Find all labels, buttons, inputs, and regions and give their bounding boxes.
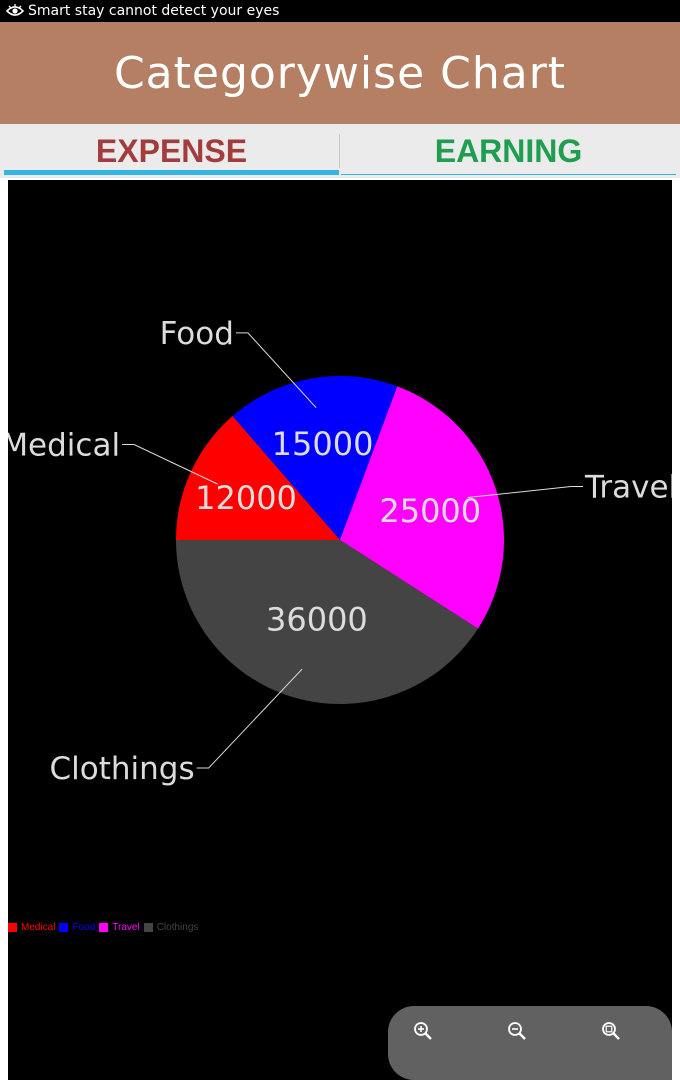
legend-swatch [143,923,153,932]
legend-label: Medical [21,922,56,933]
pie-category-label: Food [160,316,234,352]
tab-earning[interactable]: EARNING [341,124,676,178]
legend-item-medical: Medical [8,922,55,933]
zoom-controls [388,1006,672,1080]
legend-item-food: Food [59,922,95,933]
pie-value-label: 36000 [266,601,368,639]
zoom-reset-button[interactable] [600,1020,624,1044]
legend-label: Food [72,922,96,933]
tab-expense-label: EXPENSE [95,132,248,169]
smart-stay-eye-icon [6,0,26,22]
title-bar: Categorywise Chart [0,22,680,124]
status-bar: Smart stay cannot detect your eyes [0,0,680,22]
pie-chart-canvas: 12000 Medical 15000 Food 25000 Travel 36000 Clo… [8,316,672,787]
pie-chart[interactable]: 12000 Medical 15000 Food 25000 Travel 36000 Clo… [8,180,672,1080]
legend-item-travel: Travel [99,922,140,933]
tab-active-indicator [4,170,339,175]
tab-inactive-indicator [341,174,676,175]
chart-legend: Medical Food Travel Clothings [8,922,202,933]
tab-earning-label: EARNING [434,132,583,169]
zoom-fit-icon [602,1022,620,1040]
legend-label: Clothings [156,922,199,933]
pie-value-label: 15000 [272,425,374,463]
zoom-out-button[interactable] [506,1020,530,1044]
pie-category-label: Clothings [49,751,194,787]
pie-value-label: 25000 [379,492,481,530]
legend-item-clothings: Clothings [143,922,199,933]
pie-category-label: Medical [8,428,120,464]
pie-value-label: 12000 [195,479,297,517]
tab-divider [339,134,340,168]
legend-label: Travel [112,922,140,933]
status-notification-text: Smart stay cannot detect your eyes [28,3,280,19]
legend-swatch [8,923,17,932]
pie-category-label: Travel [584,470,672,506]
zoom-in-icon [414,1022,432,1040]
legend-swatch [59,923,69,932]
legend-swatch [99,923,109,932]
page-title: Categorywise Chart [113,47,567,99]
zoom-out-icon [508,1022,526,1040]
zoom-in-button[interactable] [412,1020,436,1044]
